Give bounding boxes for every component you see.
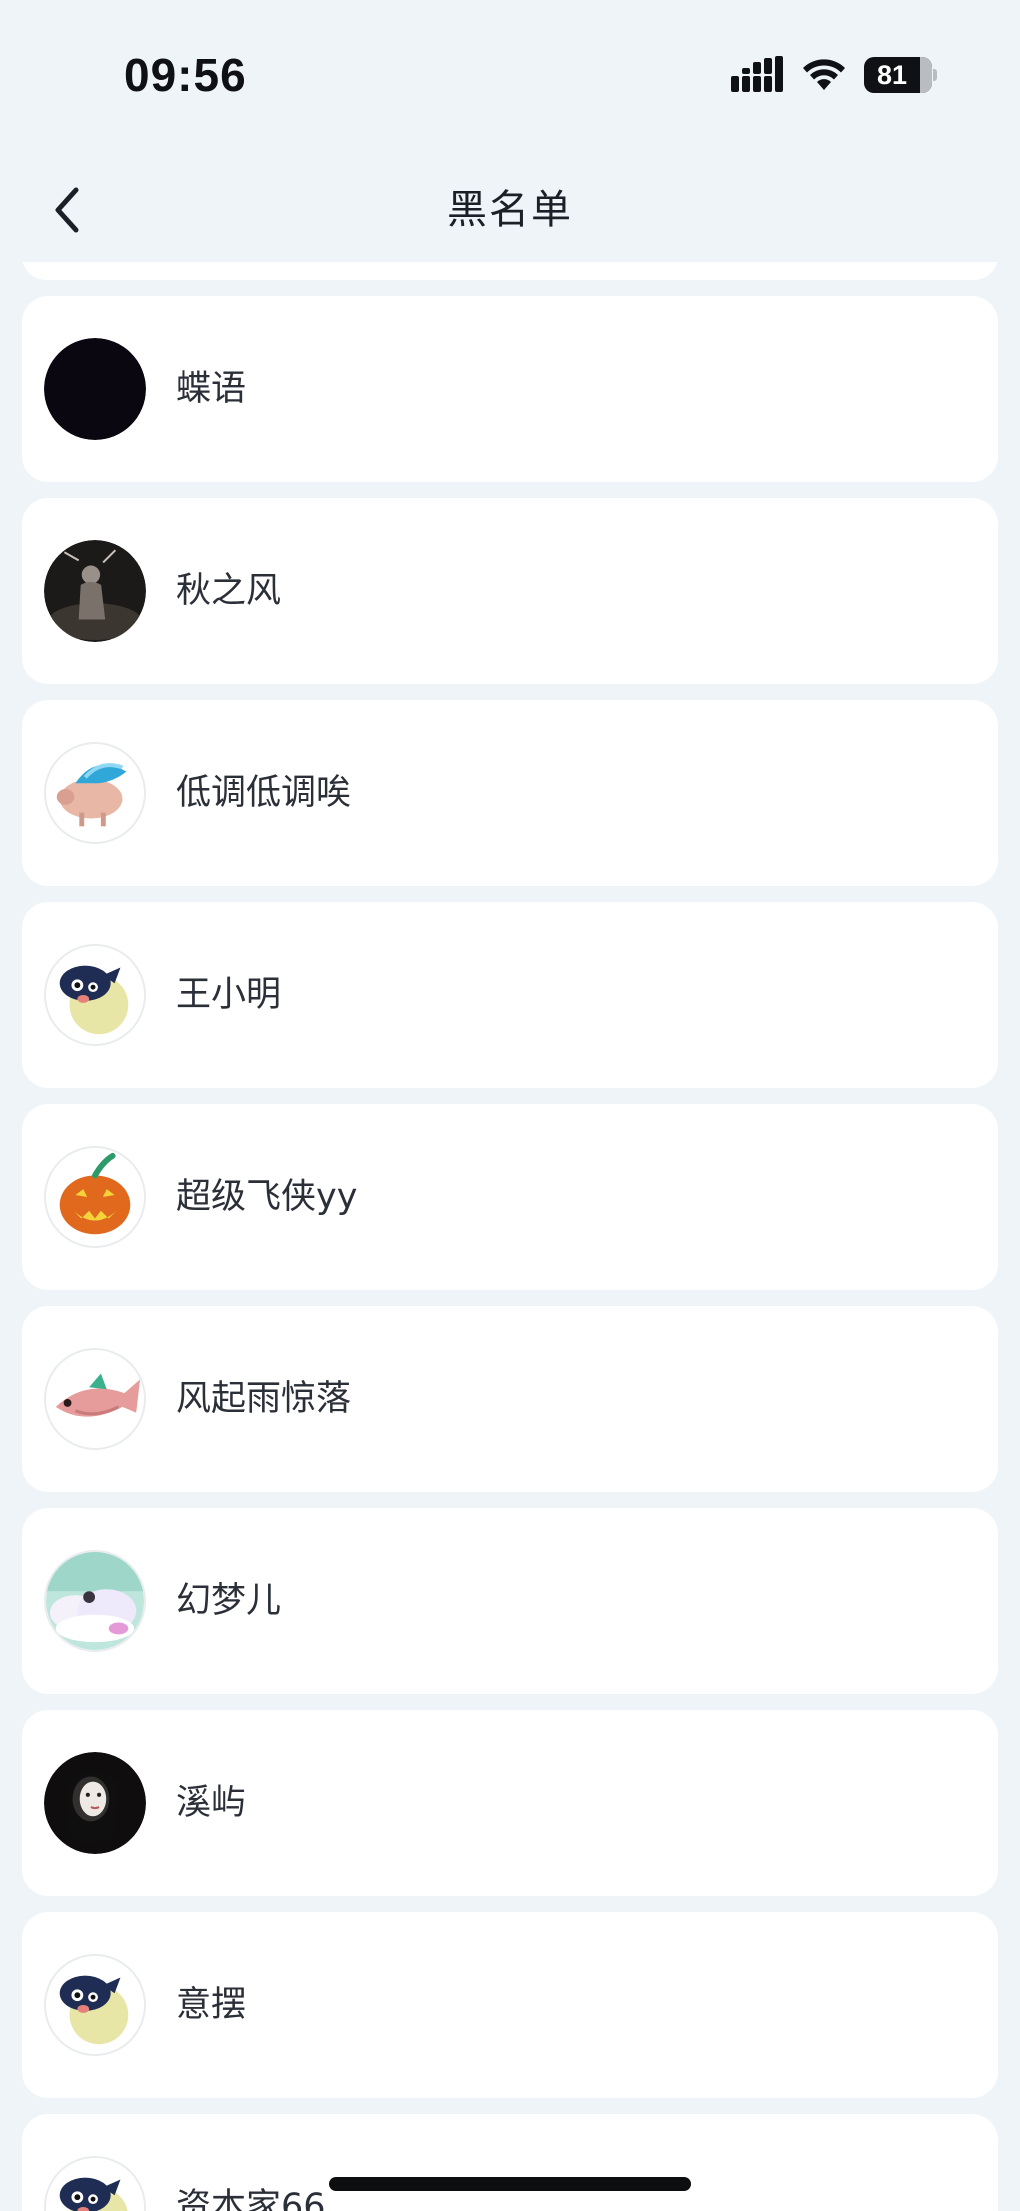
- list-item[interactable]: 低调低调唉: [22, 700, 998, 886]
- blacklist[interactable]: 蝶语 秋之风 低调低调唉 王小明 超级飞侠yy 风起雨惊落 幻梦儿 溪屿 意摆 …: [0, 262, 1020, 2211]
- avatar[interactable]: [44, 1752, 146, 1854]
- status-time: 09:56: [124, 49, 247, 101]
- user-name: 蝶语: [176, 369, 247, 409]
- portrait-avatar: [44, 1752, 146, 1854]
- dark-photo-avatar: [44, 540, 146, 642]
- list-item[interactable]: 秋之风: [22, 498, 998, 684]
- pumpkin-avatar: [46, 1148, 144, 1246]
- user-name: 幻梦儿: [176, 1581, 282, 1621]
- list-item[interactable]: 资本家66: [22, 2114, 998, 2211]
- list-item[interactable]: 风起雨惊落: [22, 1306, 998, 1492]
- user-name: 王小明: [176, 975, 282, 1015]
- avatar[interactable]: [44, 540, 146, 642]
- avatar[interactable]: [44, 338, 146, 440]
- chevron-left-icon: [55, 187, 79, 233]
- user-name: 风起雨惊落: [176, 1379, 352, 1419]
- user-name: 意摆: [176, 1985, 247, 2025]
- avatar[interactable]: [44, 742, 146, 844]
- list-item[interactable]: 超级飞侠yy: [22, 1104, 998, 1290]
- pufferfish-avatar: [46, 2158, 144, 2211]
- avatar[interactable]: [44, 1348, 146, 1450]
- user-name: 资本家66: [176, 2187, 326, 2211]
- status-bar: 09:56 81: [0, 0, 1020, 140]
- list-item[interactable]: 幻梦儿: [22, 1508, 998, 1694]
- user-name: 低调低调唉: [176, 773, 352, 813]
- cellular-signal-icon: [731, 56, 783, 92]
- page-title: 黑名单: [447, 187, 573, 233]
- user-name: 溪屿: [176, 1783, 247, 1823]
- pig-avatar: [46, 744, 144, 842]
- home-indicator[interactable]: [329, 2177, 691, 2191]
- list-item[interactable]: 意摆: [22, 1912, 998, 2098]
- user-name: 超级飞侠yy: [176, 1177, 358, 1217]
- avatar[interactable]: [44, 944, 146, 1046]
- battery-icon: 81: [864, 57, 932, 93]
- avatar[interactable]: [44, 2156, 146, 2211]
- list-item-partial: [22, 262, 998, 280]
- avatar[interactable]: [44, 1146, 146, 1248]
- list-item[interactable]: 蝶语: [22, 296, 998, 482]
- pufferfish-avatar: [46, 1956, 144, 2054]
- nav-bar: 黑名单: [0, 160, 1020, 260]
- black-circle-avatar: [44, 338, 146, 440]
- battery-level: 81: [876, 60, 908, 90]
- wifi-icon: [803, 59, 845, 90]
- user-name: 秋之风: [176, 571, 282, 611]
- list-item[interactable]: 溪屿: [22, 1710, 998, 1896]
- back-button[interactable]: [40, 180, 100, 240]
- fish-avatar: [46, 1350, 144, 1448]
- cloud-avatar: [46, 1552, 144, 1650]
- avatar[interactable]: [44, 1954, 146, 2056]
- battery-nub: [933, 69, 937, 81]
- avatar[interactable]: [44, 1550, 146, 1652]
- pufferfish-avatar: [46, 946, 144, 1044]
- list-item[interactable]: 王小明: [22, 902, 998, 1088]
